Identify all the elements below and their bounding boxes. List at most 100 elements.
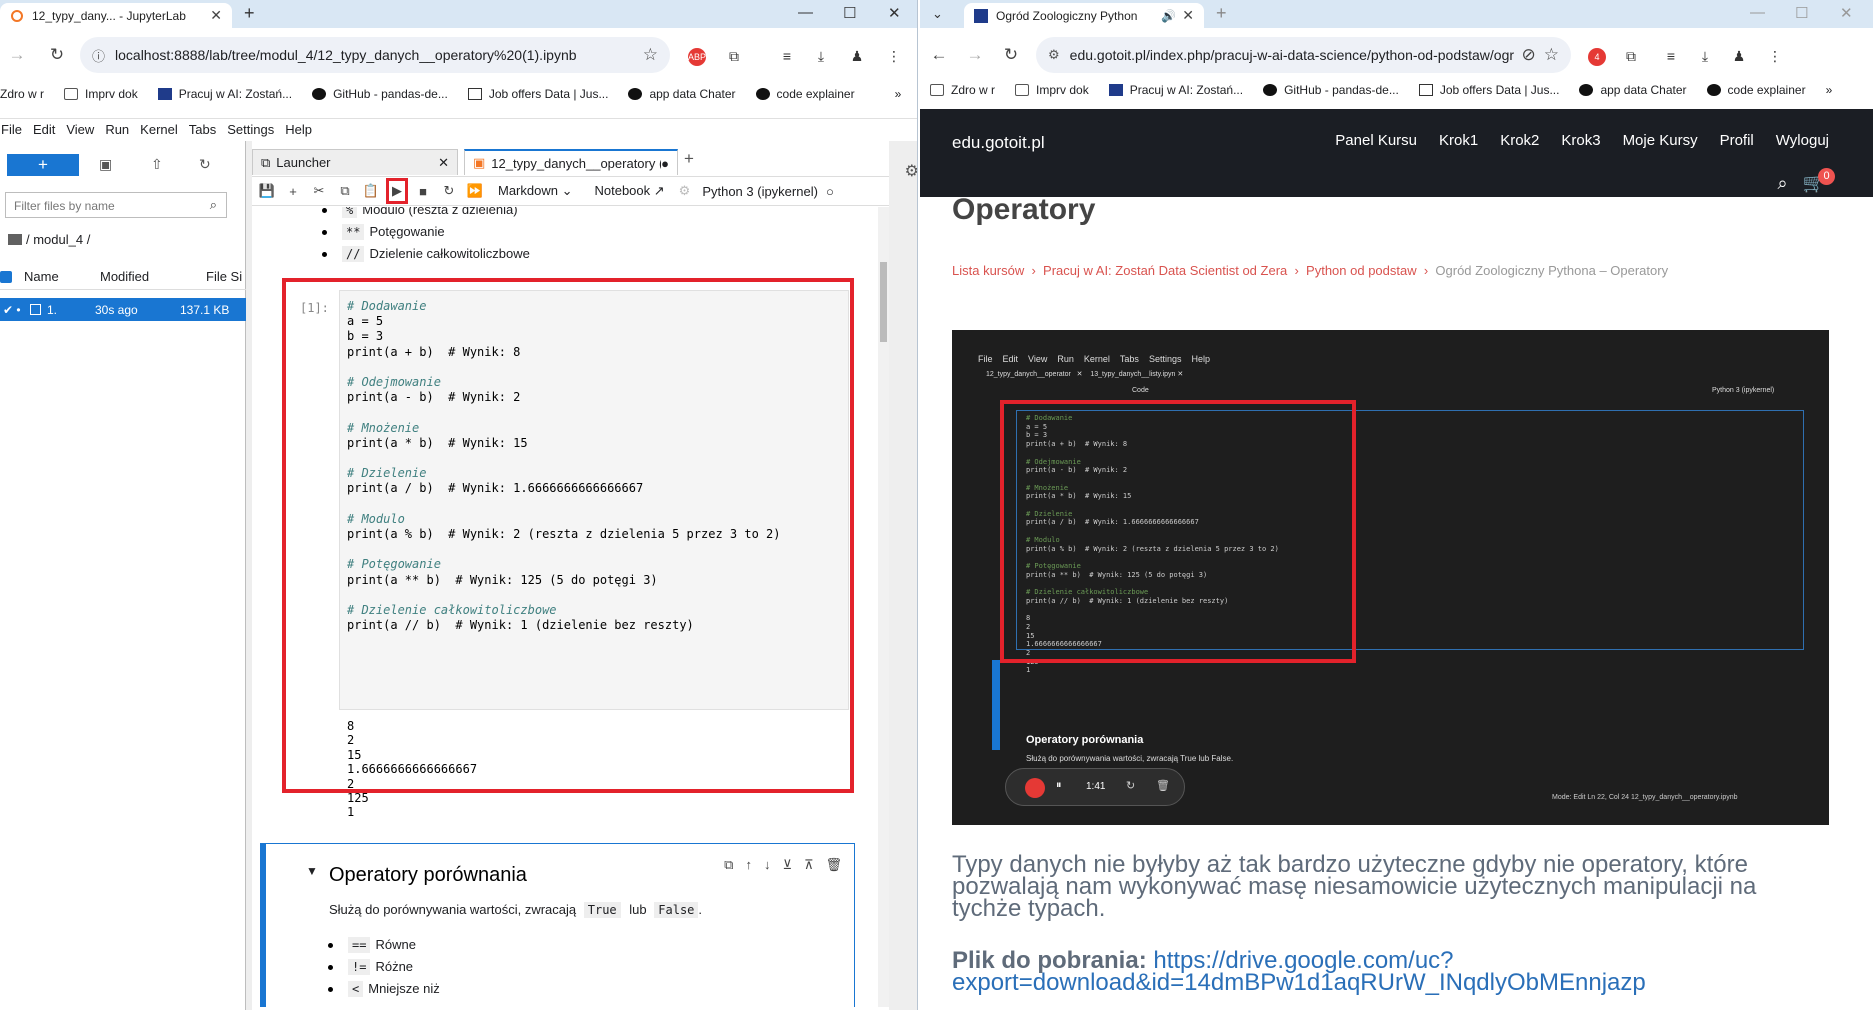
copy-icon[interactable]: ⧉ xyxy=(334,183,356,199)
close-tab-icon[interactable]: ✕ xyxy=(210,7,222,24)
nav-profil[interactable]: Profil xyxy=(1720,132,1754,149)
bookmark-star-icon[interactable]: ☆ xyxy=(643,45,658,65)
menu-kebab-icon[interactable]: ⋮ xyxy=(885,48,903,66)
recorder-controls[interactable]: ⏸ 1:41 ↻ 🗑 xyxy=(1005,768,1185,806)
check-icon[interactable]: ✔ • xyxy=(3,303,21,317)
move-up-icon[interactable]: ↑ xyxy=(745,857,752,873)
restart-icon[interactable]: ↻ xyxy=(1126,779,1135,792)
add-tab-icon[interactable]: + xyxy=(684,149,694,169)
duplicate-cell-icon[interactable]: ⧉ xyxy=(724,857,733,873)
tab-notebook[interactable]: ▣ 12_typy_danych__operatory ( ● xyxy=(464,149,678,175)
stop-icon[interactable]: ■ xyxy=(412,184,434,199)
site-logo[interactable]: edu.gotoit.pl xyxy=(952,133,1045,153)
select-all-checkbox[interactable] xyxy=(0,271,12,283)
bookmark-star-icon[interactable]: ☆ xyxy=(1544,45,1559,65)
column-modified[interactable]: Modified xyxy=(100,269,149,284)
menu-kernel[interactable]: Kernel xyxy=(139,122,178,137)
media-icon[interactable]: ≡ xyxy=(1662,48,1680,66)
close-window-icon[interactable]: ✕ xyxy=(1840,4,1853,22)
move-down-icon[interactable]: ↓ xyxy=(764,857,771,873)
settings-gear-icon[interactable]: ⚙ xyxy=(679,183,691,199)
markdown-cell[interactable]: ▼ Operatory porównania ⧉ ↑ ↓ ⊻ ⊼ 🗑 Służą… xyxy=(260,843,855,1007)
new-tab-icon[interactable]: + xyxy=(244,3,255,24)
nav-panel-kursu[interactable]: Panel Kursu xyxy=(1335,132,1417,149)
back-icon[interactable]: ← xyxy=(926,45,952,65)
unsaved-dot-icon[interactable]: ● xyxy=(661,156,669,171)
adblock-icon[interactable]: ABP xyxy=(688,48,706,66)
bookmark-item[interactable]: Pracuj w AI: Zostań... xyxy=(157,87,292,101)
column-name[interactable]: Name xyxy=(24,269,59,284)
extensions-icon[interactable]: ⧉ xyxy=(725,48,743,66)
bookmark-item[interactable]: code explainer xyxy=(1706,83,1806,97)
menu-help[interactable]: Help xyxy=(284,122,312,137)
nav-moje-kursy[interactable]: Moje Kursy xyxy=(1623,132,1698,149)
scroll-thumb[interactable] xyxy=(880,262,887,342)
new-launcher-button[interactable]: + xyxy=(7,154,79,176)
lesson-video[interactable]: File Edit View Run Kernel Tabs Settings Help 12… xyxy=(952,330,1829,825)
pause-icon[interactable]: ⏸ xyxy=(1056,779,1062,792)
bookmark-item[interactable]: Zdro w r xyxy=(0,87,44,101)
menu-file[interactable]: File xyxy=(0,122,22,137)
menu-view[interactable]: View xyxy=(65,122,94,137)
maximize-icon[interactable]: ☐ xyxy=(843,4,856,22)
cell-type-dropdown[interactable]: Markdown ⌄ xyxy=(498,183,572,199)
media-icon[interactable]: ≡ xyxy=(778,48,796,66)
column-size[interactable]: File Si xyxy=(206,269,242,284)
nav-krok2[interactable]: Krok2 xyxy=(1500,132,1539,149)
maximize-icon[interactable]: ☐ xyxy=(1795,4,1808,22)
bookmark-item[interactable]: app data Chater xyxy=(1579,83,1687,97)
tab-search-icon[interactable]: ⌄ xyxy=(932,6,943,22)
bookmark-item[interactable]: Job offers Data | Jus... xyxy=(1418,83,1559,97)
bookmarks-overflow[interactable]: » xyxy=(895,87,902,101)
profile-icon[interactable]: ♟ xyxy=(1730,48,1748,66)
minimize-icon[interactable]: — xyxy=(1750,4,1765,21)
bookmark-item[interactable]: Imprv dok xyxy=(64,87,138,101)
insert-above-icon[interactable]: ⊻ xyxy=(782,857,792,873)
refresh-icon[interactable]: ↻ xyxy=(199,156,211,173)
nav-krok1[interactable]: Krok1 xyxy=(1439,132,1478,149)
site-info-icon[interactable]: ⓘ xyxy=(92,46,105,65)
file-row[interactable]: ✔ • 1. 30s ago 137.1 KB xyxy=(0,298,246,321)
delete-cell-icon[interactable]: 🗑 xyxy=(825,857,842,873)
property-inspector-gear-icon[interactable]: ⚙ xyxy=(905,161,917,181)
file-filter-input[interactable]: Filter files by name ⌕ xyxy=(5,192,227,218)
minimize-icon[interactable]: — xyxy=(798,4,813,21)
bookmark-item[interactable]: app data Chater xyxy=(628,87,736,101)
insert-below-icon[interactable]: ⊼ xyxy=(804,857,814,873)
nav-wyloguj[interactable]: Wyloguj xyxy=(1776,132,1829,149)
bookmark-item[interactable]: Imprv dok xyxy=(1015,83,1089,97)
bookmark-item[interactable]: Job offers Data | Jus... xyxy=(467,87,608,101)
audio-icon[interactable]: 🔊 xyxy=(1161,9,1176,23)
bookmark-item[interactable]: Zdro w r xyxy=(930,83,995,97)
close-tab-icon[interactable]: ✕ xyxy=(438,155,449,171)
site-info-icon[interactable]: ⚙ xyxy=(1048,47,1060,63)
adblock-icon[interactable]: 4 xyxy=(1588,48,1606,66)
forward-icon[interactable]: → xyxy=(962,45,988,65)
notebook-button[interactable]: Notebook ↗ xyxy=(594,183,664,199)
forward-icon[interactable]: → xyxy=(4,45,30,65)
nav-krok3[interactable]: Krok3 xyxy=(1561,132,1600,149)
menu-edit[interactable]: Edit xyxy=(32,122,55,137)
kernel-name[interactable]: Python 3 (ipykernel) xyxy=(702,184,818,199)
notebook-scrollbar[interactable] xyxy=(878,207,889,1007)
breadcrumb-link[interactable]: Lista kursów xyxy=(952,263,1024,278)
menu-kebab-icon[interactable]: ⋮ xyxy=(1766,48,1784,66)
reload-icon[interactable]: ↻ xyxy=(44,45,70,65)
save-icon[interactable]: 💾 xyxy=(256,183,278,199)
trash-icon[interactable]: 🗑 xyxy=(1156,779,1170,792)
bookmark-item[interactable]: GitHub - pandas-de... xyxy=(312,87,448,101)
address-bar[interactable]: ⚙ edu.gotoit.pl/index.php/pracuj-w-ai-da… xyxy=(1036,37,1571,73)
address-bar[interactable]: ⓘ localhost:8888/lab/tree/modul_4/12_typ… xyxy=(80,37,670,73)
close-tab-icon[interactable]: ✕ xyxy=(1182,7,1194,24)
search-icon[interactable]: ⌕ xyxy=(1777,173,1787,193)
reload-icon[interactable]: ↻ xyxy=(998,45,1024,65)
download-icon[interactable]: ⤓ xyxy=(1696,48,1714,66)
breadcrumb-link[interactable]: Pracuj w AI: Zostań Data Scientist od Ze… xyxy=(1043,263,1287,278)
restart-icon[interactable]: ↻ xyxy=(438,183,460,199)
file-breadcrumb[interactable]: / modul_4 / xyxy=(8,232,90,247)
bookmark-item[interactable]: code explainer xyxy=(755,87,855,101)
new-folder-icon[interactable]: ▣ xyxy=(99,156,112,173)
eye-off-icon[interactable]: ⊘ xyxy=(1522,45,1536,65)
browser-tab-jupyter[interactable]: 12_typy_dany... - JupyterLab ✕ xyxy=(0,3,232,28)
bookmark-item[interactable]: GitHub - pandas-de... xyxy=(1263,83,1399,97)
